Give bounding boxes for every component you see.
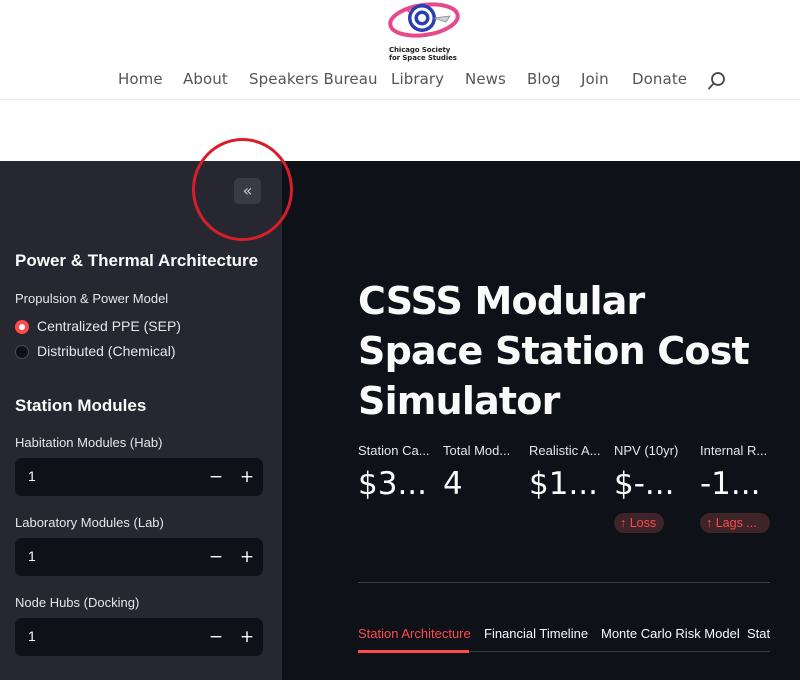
lab-increment-button[interactable]: + — [235, 544, 259, 570]
tab-bar: Station Architecture Financial Timeline … — [358, 624, 770, 654]
metric-label: Total Mod... — [443, 443, 511, 458]
logo-line-1: Chicago Society — [389, 46, 451, 54]
metric-label: NPV (10yr) — [614, 443, 679, 458]
lab-decrement-button[interactable]: − — [204, 544, 228, 570]
metric-total-modules: Total Mod... 4 — [443, 443, 523, 502]
tab-station-architecture[interactable]: Station Architecture — [358, 626, 471, 641]
radio-selected-icon — [15, 320, 29, 334]
metric-value: -1... — [700, 466, 761, 502]
lab-number-input[interactable]: 1 − + — [15, 538, 263, 576]
power-thermal-heading: Power & Thermal Architecture — [15, 251, 259, 270]
radio-distributed-chemical[interactable]: Distributed (Chemical) — [15, 343, 190, 361]
metric-value: 4 — [443, 466, 463, 502]
tab-stat[interactable]: Stat — [747, 626, 770, 641]
npv-delta-badge: ↑ Loss — [614, 513, 664, 533]
collapse-sidebar-button[interactable]: « — [234, 178, 261, 204]
nav-library[interactable]: Library — [391, 70, 444, 88]
logo-text: Chicago Society for Space Studies — [389, 46, 469, 62]
streamlit-app: « Power & Thermal Architecture Propulsio… — [0, 161, 800, 680]
metric-station-cap: Station Ca... $3... — [358, 443, 438, 502]
active-tab-indicator — [358, 650, 469, 653]
metric-label: Realistic A... — [529, 443, 601, 458]
hab-label: Habitation Modules (Hab) — [15, 435, 163, 450]
page-title: CSSS Modular Space Station Cost Simulato… — [358, 279, 750, 423]
nav-home[interactable]: Home — [118, 70, 163, 88]
node-value[interactable]: 1 — [28, 628, 36, 644]
node-number-input[interactable]: 1 − + — [15, 618, 263, 656]
lab-value[interactable]: 1 — [28, 548, 36, 564]
site-header: Chicago Society for Space Studies Home A… — [0, 0, 800, 100]
tab-monte-carlo-risk-model[interactable]: Monte Carlo Risk Model — [601, 626, 740, 641]
tab-financial-timeline[interactable]: Financial Timeline — [484, 626, 588, 641]
main-nav: Home About Speakers Bureau Library News … — [0, 70, 800, 92]
sidebar: « Power & Thermal Architecture Propulsio… — [0, 161, 282, 680]
hab-decrement-button[interactable]: − — [204, 464, 228, 490]
divider — [358, 582, 770, 583]
metric-value: $1... — [529, 466, 599, 502]
node-label: Node Hubs (Docking) — [15, 595, 140, 610]
radio-label: Distributed (Chemical) — [37, 343, 176, 359]
metric-label: Station Ca... — [358, 443, 430, 458]
nav-join[interactable]: Join — [581, 70, 609, 88]
metric-label: Internal R... — [700, 443, 768, 458]
metric-npv: NPV (10yr) $-... — [614, 443, 694, 502]
radio-label: Centralized PPE (SEP) — [37, 318, 181, 334]
nav-about[interactable]: About — [183, 70, 228, 88]
radio-centralized-ppe[interactable]: Centralized PPE (SEP) — [15, 318, 190, 336]
metric-value: $3... — [358, 466, 428, 502]
hab-number-input[interactable]: 1 − + — [15, 458, 263, 496]
irr-delta-badge: ↑ Lags ... — [700, 513, 770, 533]
node-increment-button[interactable]: + — [235, 624, 259, 650]
metric-realistic: Realistic A... $1... — [529, 443, 609, 502]
metric-value: $-... — [614, 466, 675, 502]
propulsion-label: Propulsion & Power Model — [15, 291, 169, 306]
logo-line-2: for Space Studies — [389, 54, 457, 62]
search-icon[interactable] — [707, 71, 727, 91]
nav-donate[interactable]: Donate — [632, 70, 687, 88]
node-decrement-button[interactable]: − — [204, 624, 228, 650]
metric-irr: Internal R... -1... — [700, 443, 770, 502]
nav-blog[interactable]: Blog — [527, 70, 561, 88]
nav-speakers-bureau[interactable]: Speakers Bureau — [249, 70, 378, 88]
lab-label: Laboratory Modules (Lab) — [15, 515, 164, 530]
hab-value[interactable]: 1 — [28, 468, 36, 484]
nav-news[interactable]: News — [465, 70, 506, 88]
radio-unselected-icon — [15, 345, 29, 359]
hab-increment-button[interactable]: + — [235, 464, 259, 490]
station-modules-heading: Station Modules — [15, 396, 147, 415]
